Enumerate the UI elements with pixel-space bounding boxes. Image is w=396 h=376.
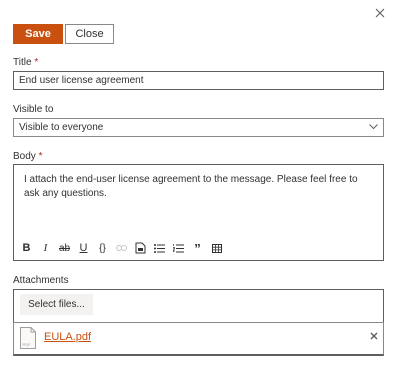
pdf-file-icon: PDF xyxy=(20,327,36,349)
numbered-list-button[interactable] xyxy=(171,241,186,255)
bullet-list-icon xyxy=(154,243,165,253)
link-button[interactable] xyxy=(114,241,129,255)
rich-text-toolbar: B I ab U {} ” xyxy=(19,241,228,256)
italic-button[interactable]: I xyxy=(38,241,53,255)
remove-attachment-icon[interactable] xyxy=(369,331,379,341)
file-type-badge: PDF xyxy=(23,342,32,347)
title-label: Title * xyxy=(13,57,38,68)
close-button[interactable]: Close xyxy=(65,24,114,44)
bullet-list-button[interactable] xyxy=(152,241,167,255)
chevron-down-icon xyxy=(369,124,378,130)
bold-button[interactable]: B xyxy=(19,241,34,255)
title-input-value: End user license agreement xyxy=(19,75,144,86)
attachment-file-link[interactable]: EULA.pdf xyxy=(44,331,91,343)
close-dialog-icon[interactable] xyxy=(373,6,387,20)
table-button[interactable] xyxy=(209,241,224,255)
link-icon xyxy=(116,245,127,251)
attachments-label: Attachments xyxy=(13,275,69,286)
title-input[interactable]: End user license agreement xyxy=(13,71,384,90)
body-label-text: Body xyxy=(13,151,36,162)
image-icon xyxy=(135,242,146,254)
quote-button[interactable]: ” xyxy=(190,241,205,256)
required-mark: * xyxy=(34,57,39,68)
numbered-list-icon xyxy=(173,243,184,252)
visible-to-selected-value: Visible to everyone xyxy=(19,122,104,133)
visible-to-label: Visible to xyxy=(13,104,53,115)
body-label: Body * xyxy=(13,151,42,162)
required-mark: * xyxy=(38,151,43,162)
title-label-text: Title xyxy=(13,57,32,68)
select-files-button[interactable]: Select files... xyxy=(20,294,93,315)
visible-to-dropdown[interactable]: Visible to everyone xyxy=(13,118,384,137)
attachments-label-text: Attachments xyxy=(13,275,69,286)
underline-button[interactable]: U xyxy=(76,241,91,255)
visible-to-label-text: Visible to xyxy=(13,104,54,115)
code-button[interactable]: {} xyxy=(95,241,110,255)
strikethrough-button[interactable]: ab xyxy=(57,241,72,255)
table-icon xyxy=(211,243,222,253)
insert-image-button[interactable] xyxy=(133,241,148,255)
body-text: I attach the end-user license agreement … xyxy=(24,174,358,199)
save-button[interactable]: Save xyxy=(13,24,63,44)
